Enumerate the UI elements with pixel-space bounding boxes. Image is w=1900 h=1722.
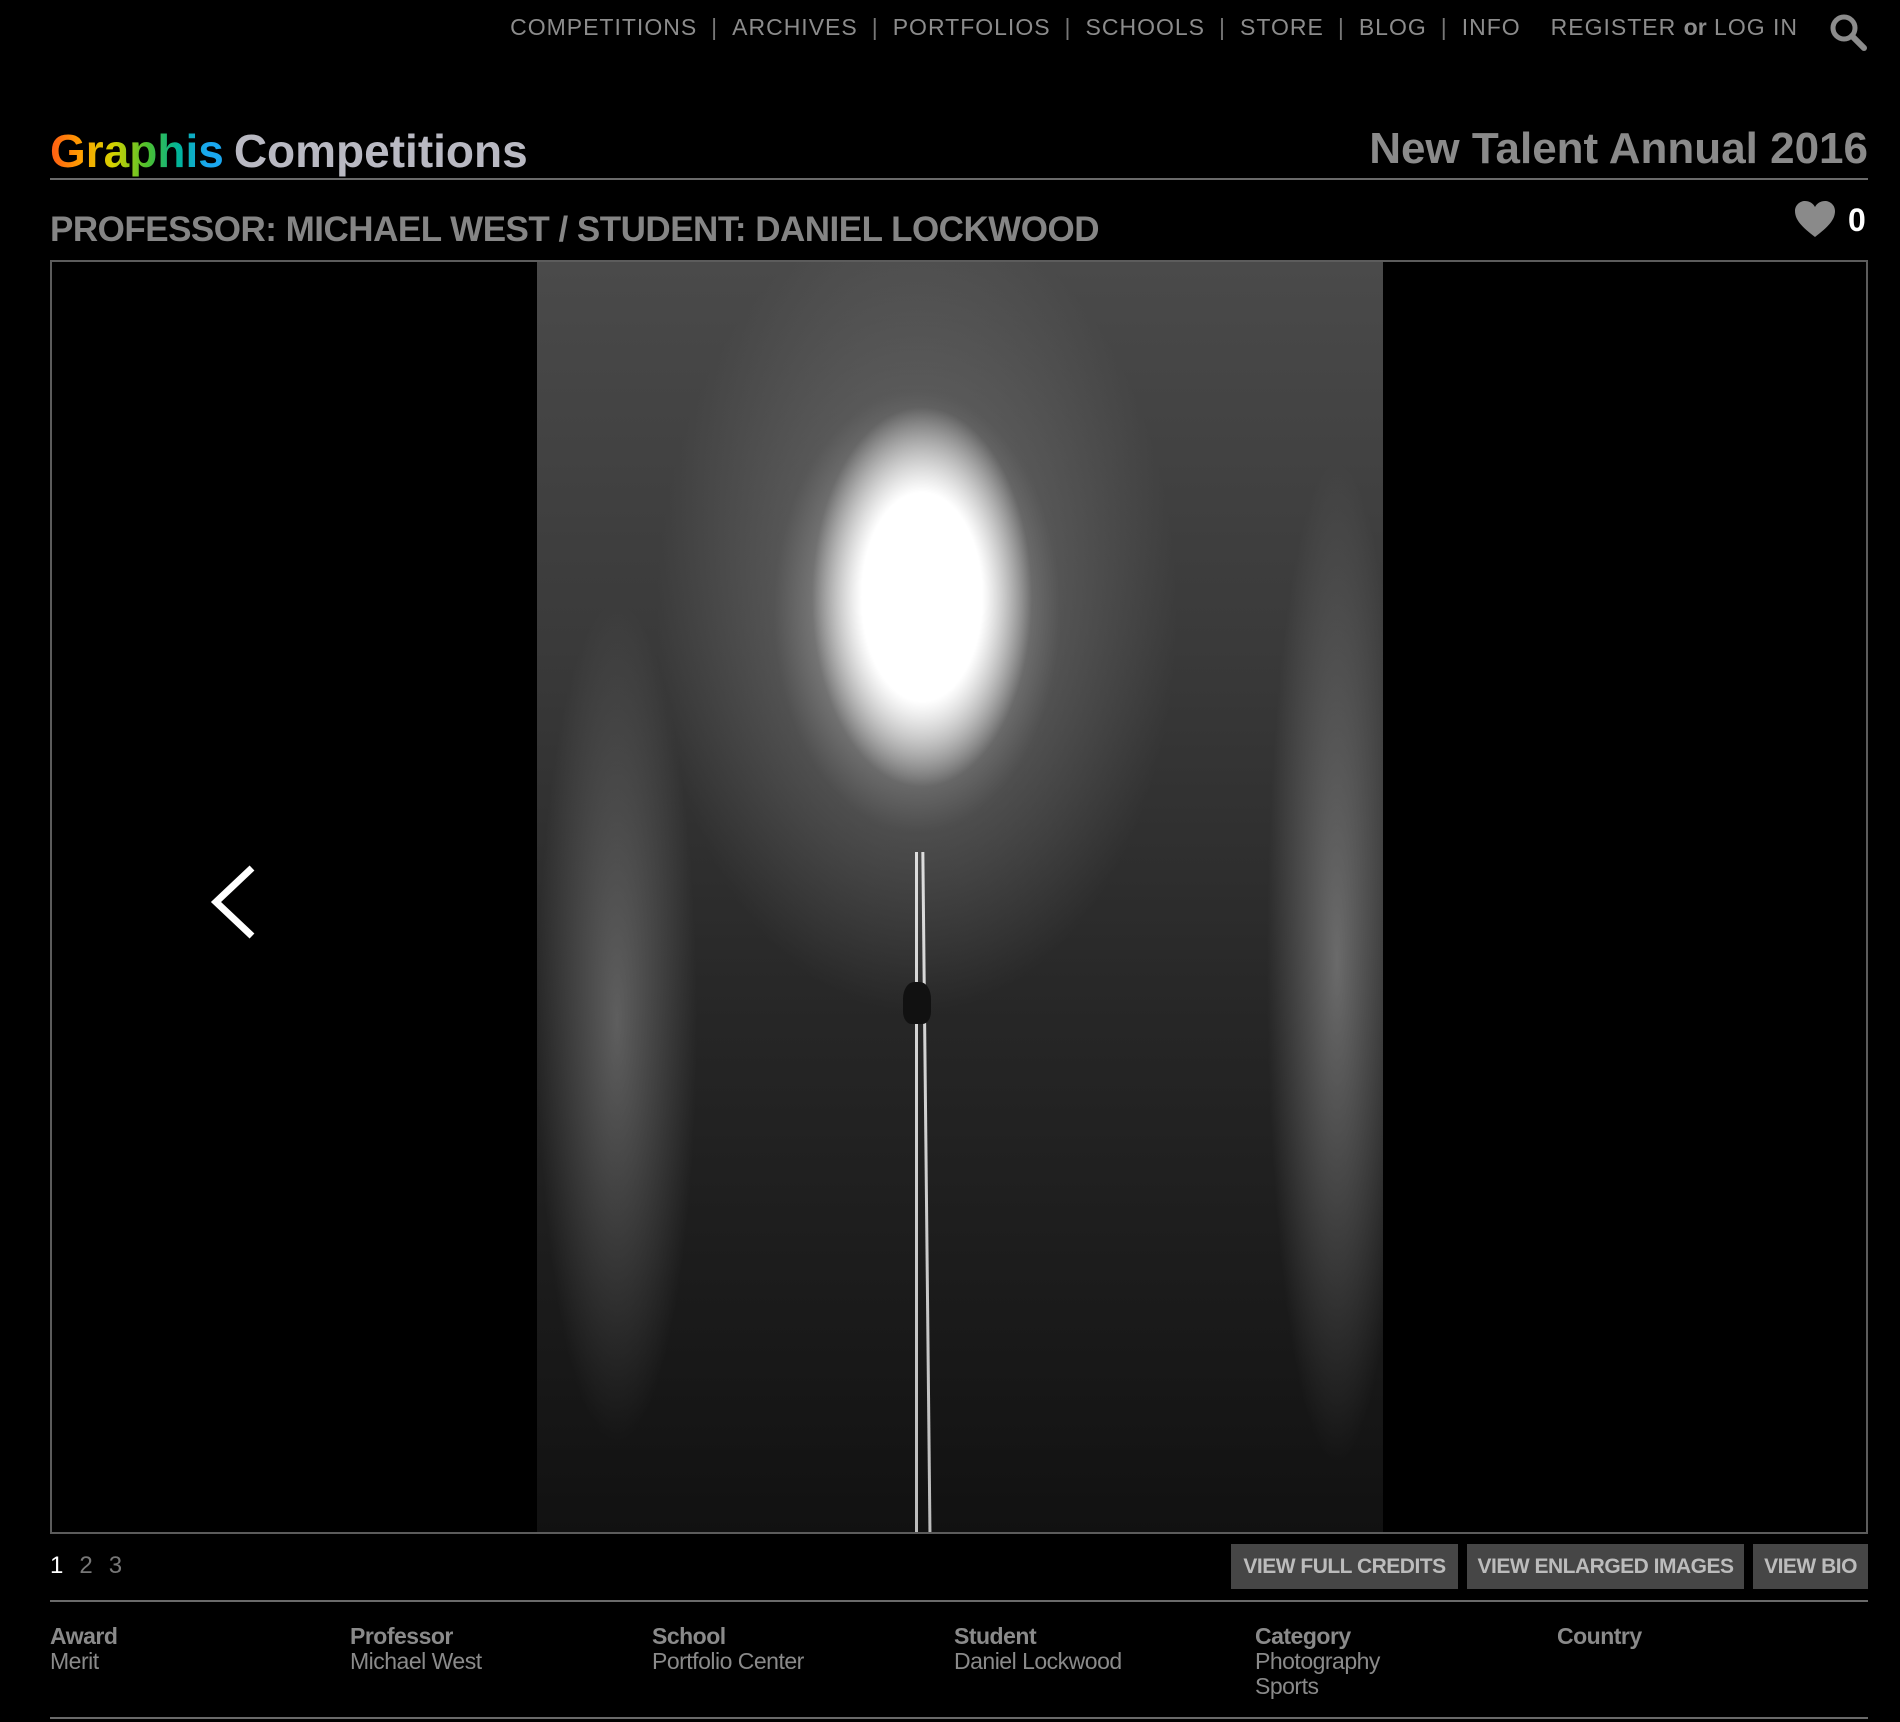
info-country: Country [1557, 1624, 1642, 1649]
info-label: Country [1557, 1623, 1642, 1649]
heart-icon[interactable] [1794, 200, 1836, 238]
info-school: School Portfolio Center [652, 1624, 804, 1674]
logo-brand: Graphis [50, 125, 224, 177]
info-value: Michael West [350, 1648, 482, 1674]
register-login: REGISTER or LOG IN [1551, 14, 1798, 41]
divider [50, 178, 1868, 180]
info-label: Student [954, 1623, 1037, 1649]
divider [50, 1717, 1868, 1719]
pagination: 1 2 3 [50, 1552, 122, 1580]
prev-arrow-icon[interactable] [202, 862, 272, 942]
info-award: Award Merit [50, 1623, 118, 1674]
logo-section: Competitions [233, 125, 528, 177]
nav-info[interactable]: INFO [1462, 14, 1521, 41]
rope [921, 852, 932, 1532]
nav-separator: | [1337, 14, 1345, 40]
info-student: Student Daniel Lockwood [954, 1624, 1122, 1674]
like-count: 0 [1848, 202, 1866, 238]
or-text: or [1683, 14, 1707, 40]
search-icon[interactable] [1828, 12, 1868, 52]
graphis-logo[interactable]: Graphis Competitions [50, 124, 528, 178]
nav-separator: | [871, 14, 879, 40]
nav-separator: | [711, 14, 719, 40]
info-professor: Professor Michael West [350, 1624, 482, 1674]
nav-separator: | [1219, 14, 1226, 40]
info-value: Sports [1255, 1673, 1319, 1699]
view-bio-button[interactable]: VIEW BIO [1753, 1544, 1868, 1589]
nav-portfolios[interactable]: PORTFOLIOS [893, 14, 1051, 41]
nav-blog[interactable]: BLOG [1359, 14, 1427, 41]
divider [50, 1600, 1868, 1602]
register-link[interactable]: REGISTER [1551, 14, 1677, 40]
top-nav: COMPETITIONS | ARCHIVES | PORTFOLIOS | SCHO… [510, 14, 1798, 41]
info-value: Photography [1255, 1648, 1380, 1674]
info-value: Daniel Lockwood [954, 1648, 1122, 1674]
nav-store[interactable]: STORE [1240, 14, 1324, 41]
nav-competitions[interactable]: COMPETITIONS [510, 14, 697, 41]
page-1[interactable]: 1 [50, 1552, 63, 1580]
rope [915, 852, 918, 1532]
image-viewer [50, 260, 1868, 1534]
info-value: Merit [50, 1648, 99, 1674]
info-category: Category Photography Sports [1255, 1624, 1380, 1699]
page-2[interactable]: 2 [79, 1552, 92, 1580]
nav-separator: | [1064, 14, 1072, 40]
annual-title: New Talent Annual 2016 [1369, 124, 1868, 173]
entry-title: PROFESSOR: MICHAEL WEST / STUDENT: DANIE… [50, 210, 1100, 249]
nav-archives[interactable]: ARCHIVES [732, 14, 858, 41]
nav-schools[interactable]: SCHOOLS [1086, 14, 1205, 41]
info-label: School [652, 1623, 726, 1649]
login-link[interactable]: LOG IN [1714, 14, 1798, 40]
climber-figure [903, 982, 931, 1024]
info-label: Professor [350, 1623, 453, 1649]
page-3[interactable]: 3 [109, 1552, 122, 1580]
info-label: Award [50, 1623, 118, 1649]
view-full-credits-button[interactable]: VIEW FULL CREDITS [1231, 1544, 1458, 1589]
entry-photo[interactable] [537, 262, 1383, 1532]
nav-separator: | [1440, 14, 1448, 40]
view-enlarged-images-button[interactable]: VIEW ENLARGED IMAGES [1467, 1544, 1744, 1589]
info-value: Portfolio Center [652, 1648, 804, 1674]
info-label: Category [1255, 1623, 1351, 1649]
